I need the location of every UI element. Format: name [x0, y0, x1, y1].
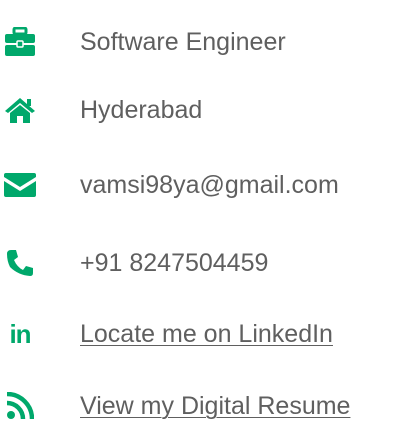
- contact-row-resume[interactable]: View my Digital Resume: [0, 386, 401, 426]
- envelope-icon: [2, 165, 38, 205]
- contact-info-list: Software Engineer Hyderabad vamsi98ya@gm…: [0, 0, 401, 440]
- job-title-text: Software Engineer: [80, 28, 286, 56]
- rss-icon[interactable]: [2, 386, 38, 426]
- contact-row-job: Software Engineer: [0, 22, 401, 62]
- digital-resume-link[interactable]: View my Digital Resume: [80, 386, 350, 426]
- linkedin-icon[interactable]: in: [2, 314, 38, 354]
- briefcase-icon: [2, 22, 38, 62]
- contact-row-linkedin[interactable]: in Locate me on LinkedIn: [0, 314, 401, 354]
- phone-text: +91 8247504459: [80, 249, 269, 277]
- home-icon: [2, 90, 38, 130]
- contact-row-phone: +91 8247504459: [0, 243, 401, 283]
- contact-row-location: Hyderabad: [0, 90, 401, 130]
- location-text: Hyderabad: [80, 96, 203, 124]
- contact-row-email: vamsi98ya@gmail.com: [0, 165, 401, 205]
- linkedin-link[interactable]: Locate me on LinkedIn: [80, 314, 333, 354]
- email-text: vamsi98ya@gmail.com: [80, 171, 339, 199]
- phone-icon: [2, 243, 38, 283]
